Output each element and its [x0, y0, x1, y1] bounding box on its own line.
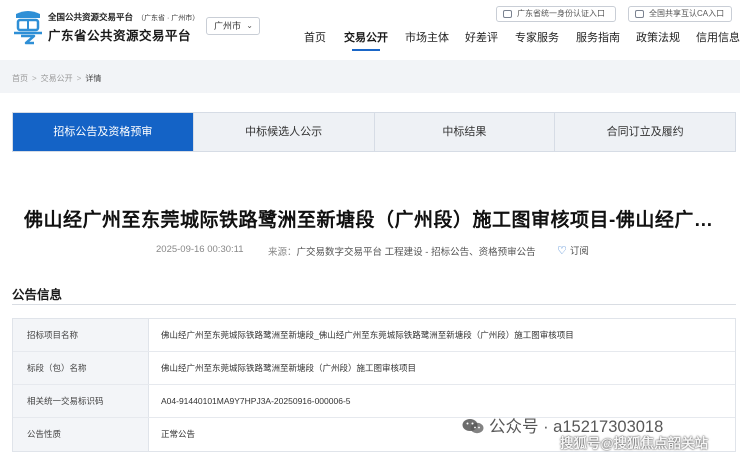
unified-auth-login-label: 广东省统一身份认证入口	[517, 9, 605, 18]
info-row: 招标项目名称 佛山经广州至东莞城际铁路鹭洲至新塘段_佛山经广州至东莞城际铁路鹭洲…	[13, 319, 735, 352]
nav-credit-info[interactable]: 信用信息	[696, 30, 740, 46]
nav-service-guide[interactable]: 服务指南	[576, 30, 620, 46]
info-row: 相关统一交易标识码 A04-91440101MA9Y7HPJ3A-2025091…	[13, 385, 735, 418]
certificate-icon	[635, 10, 644, 18]
info-row: 标段（包）名称 佛山经广州至东莞城际铁路鹭洲至新塘段（广州段）施工图审核项目	[13, 352, 735, 385]
section-divider	[12, 304, 736, 305]
announcement-tabs: 招标公告及资格预审 中标候选人公示 中标结果 合同订立及履约	[12, 112, 736, 152]
breadcrumb-home[interactable]: 首页	[12, 74, 28, 83]
platform-name-national: 全国公共资源交易平台 （广东省 · 广州市）	[48, 11, 199, 23]
info-label: 相关统一交易标识码	[13, 385, 149, 417]
tab-winning-candidates[interactable]: 中标候选人公示	[194, 113, 375, 151]
main-nav: 首页 交易公开 市场主体 好差评 专家服务 服务指南 政策法规 信用信息	[0, 30, 740, 51]
info-value: 佛山经广州至东莞城际铁路鹭洲至新塘段（广州段）施工图审核项目	[161, 363, 417, 373]
source-value: 广交易数字交易平台 工程建设 - 招标公告、资格预审公告	[296, 247, 536, 258]
breadcrumb-separator: >	[32, 74, 37, 83]
breadcrumb: 首页 > 交易公开 > 详情	[12, 73, 101, 84]
source-info: 来源：广交易数字交易平台 工程建设 - 招标公告、资格预审公告	[268, 244, 536, 258]
platform-name-line1: 全国公共资源交易平台	[48, 12, 134, 22]
page-title: 佛山经广州至东莞城际铁路鹭洲至新塘段（广州段）施工图审核项目-佛山经广州至东莞城…	[24, 210, 724, 231]
breadcrumb-current: 详情	[85, 74, 102, 83]
site-header: 全国公共资源交易平台 （广东省 · 广州市） 广东省公共资源交易平台 广州市 ⌄ …	[0, 0, 740, 58]
breadcrumb-separator: >	[76, 74, 82, 83]
platform-region: （广东省 · 广州市）	[137, 15, 200, 22]
heart-icon: ♡	[557, 245, 567, 257]
info-value: 正常公告	[161, 429, 196, 439]
tab-tender-notice[interactable]: 招标公告及资格预审	[13, 113, 194, 151]
ca-login-label: 全国共享互认CA入口	[649, 9, 725, 18]
unified-auth-login-button[interactable]: 广东省统一身份认证入口	[496, 6, 616, 22]
breadcrumb-bar	[0, 60, 740, 93]
nav-trading-public[interactable]: 交易公开	[344, 30, 388, 51]
nav-home[interactable]: 首页	[304, 30, 326, 46]
section-title: 公告信息	[12, 288, 63, 302]
breadcrumb-trading-public[interactable]: 交易公开	[41, 74, 73, 83]
info-label: 标段（包）名称	[13, 352, 149, 384]
nav-policies[interactable]: 政策法规	[636, 30, 680, 46]
publish-datetime: 2025-09-16 00:30:11	[156, 244, 244, 255]
source-label: 来源：	[268, 247, 297, 258]
info-label: 招标项目名称	[13, 319, 149, 351]
tab-winning-result[interactable]: 中标结果	[375, 113, 556, 151]
ca-login-button[interactable]: 全国共享互认CA入口	[628, 6, 732, 22]
subscribe-button[interactable]: ♡ 订阅	[557, 243, 589, 257]
nav-expert-service[interactable]: 专家服务	[515, 30, 559, 46]
nav-rating[interactable]: 好差评	[465, 30, 498, 46]
id-card-icon	[503, 10, 512, 18]
info-value: 佛山经广州至东莞城际铁路鹭洲至新塘段_佛山经广州至东莞城际铁路鹭洲至新塘段（广州…	[161, 330, 574, 340]
info-label: 公告性质	[13, 418, 149, 451]
info-row: 公告性质 正常公告	[13, 418, 735, 451]
tab-contract[interactable]: 合同订立及履约	[555, 113, 735, 151]
subscribe-label: 订阅	[569, 246, 589, 257]
announcement-info-table: 招标项目名称 佛山经广州至东莞城际铁路鹭洲至新塘段_佛山经广州至东莞城际铁路鹭洲…	[12, 318, 736, 452]
info-value: A04-91440101MA9Y7HPJ3A-20250916-000006-5	[161, 396, 351, 406]
nav-market-entities[interactable]: 市场主体	[405, 30, 449, 46]
